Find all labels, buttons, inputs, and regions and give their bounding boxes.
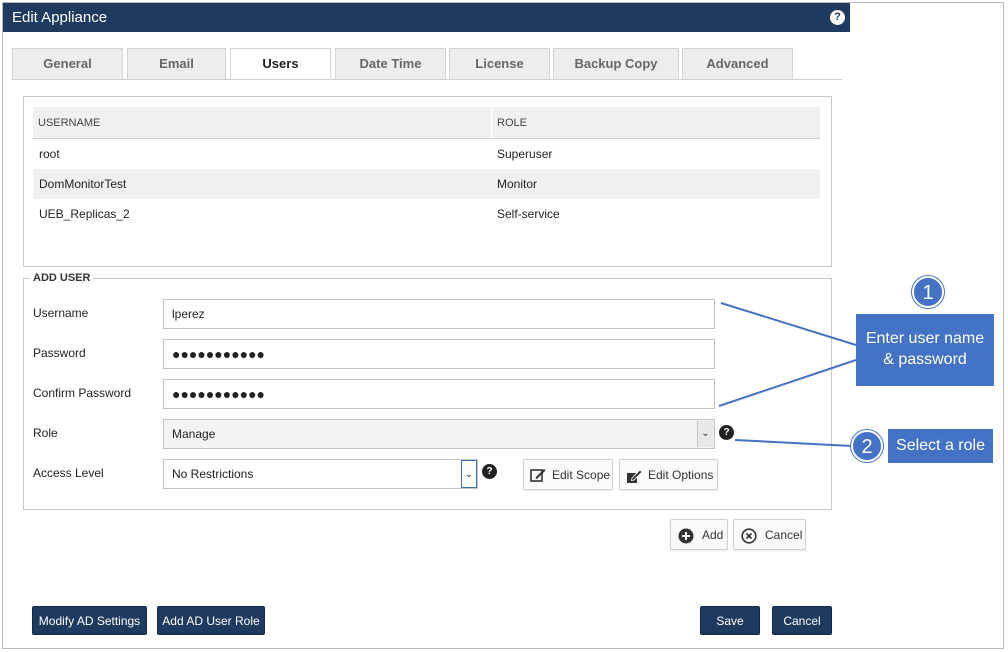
connector-line-1b (718, 359, 857, 407)
annotation-callout-1: Enter user name & password (856, 314, 994, 386)
annotation-callout-2: Select a role (888, 429, 993, 463)
connector-line-1a (720, 302, 857, 346)
callout-1-line2: & password (883, 351, 967, 368)
annotation-number-2: 2 (851, 430, 883, 462)
callout-1-line1: Enter user name (865, 330, 985, 347)
connector-line-2 (734, 439, 853, 447)
annotation-number-1: 1 (912, 276, 944, 308)
